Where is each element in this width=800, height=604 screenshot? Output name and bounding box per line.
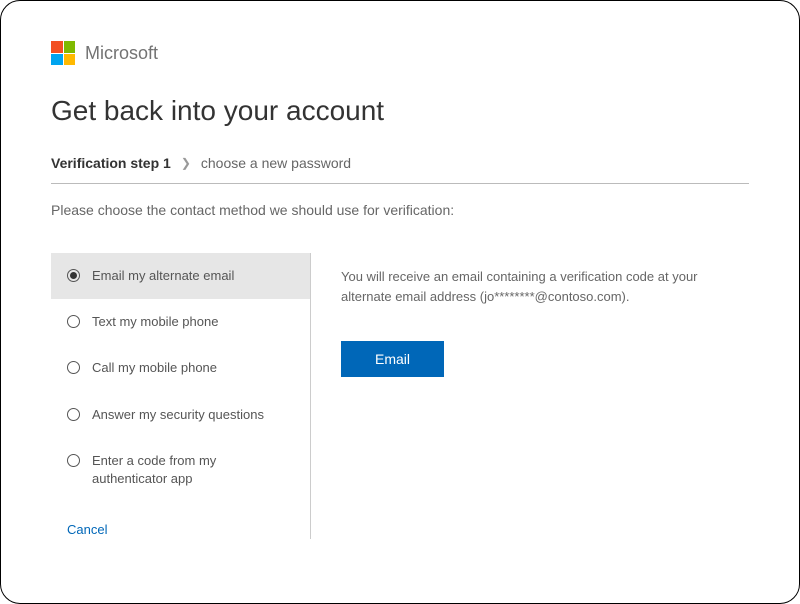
method-security-questions[interactable]: Answer my security questions (51, 392, 310, 438)
method-label: Text my mobile phone (92, 313, 294, 331)
method-description: You will receive an email containing a v… (341, 267, 749, 306)
method-email-alternate[interactable]: Email my alternate email (51, 253, 310, 299)
microsoft-logo-icon (51, 41, 75, 65)
method-label: Answer my security questions (92, 406, 294, 424)
cancel-link[interactable]: Cancel (67, 522, 107, 537)
verification-method-list: Email my alternate email Text my mobile … (51, 253, 310, 502)
method-label: Email my alternate email (92, 267, 294, 285)
breadcrumb-next: choose a new password (201, 155, 351, 171)
radio-icon (67, 269, 80, 282)
radio-icon (67, 361, 80, 374)
email-button[interactable]: Email (341, 341, 444, 377)
method-label: Call my mobile phone (92, 359, 294, 377)
method-label: Enter a code from my authenticator app (92, 452, 294, 488)
method-authenticator-code[interactable]: Enter a code from my authenticator app (51, 438, 310, 502)
radio-icon (67, 408, 80, 421)
radio-icon (67, 454, 80, 467)
breadcrumb-current: Verification step 1 (51, 155, 171, 171)
brand-name: Microsoft (85, 43, 158, 64)
radio-icon (67, 315, 80, 328)
chevron-right-icon: ❯ (181, 156, 191, 170)
page-title: Get back into your account (51, 95, 749, 127)
brand-header: Microsoft (51, 41, 749, 65)
breadcrumb: Verification step 1 ❯ choose a new passw… (51, 155, 749, 184)
method-text-mobile[interactable]: Text my mobile phone (51, 299, 310, 345)
instruction-text: Please choose the contact method we shou… (51, 202, 749, 218)
method-call-mobile[interactable]: Call my mobile phone (51, 345, 310, 391)
